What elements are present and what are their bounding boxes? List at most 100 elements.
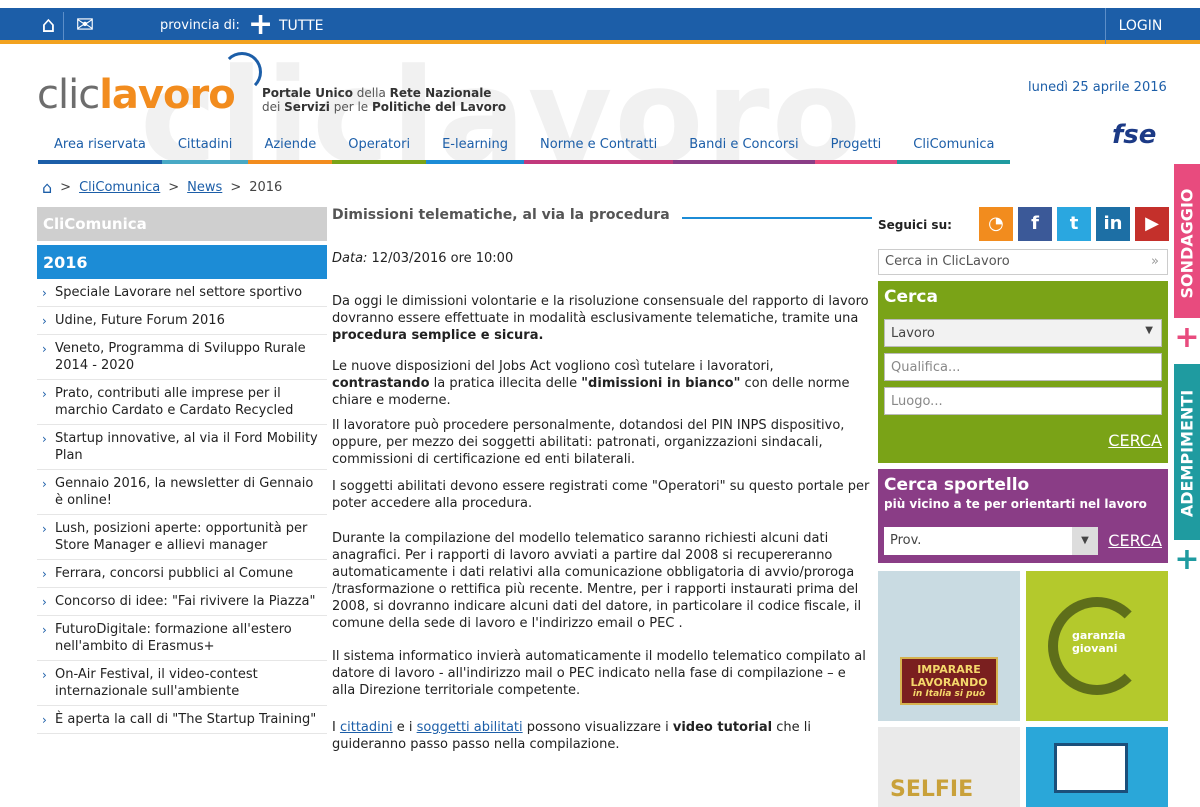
province-select[interactable]: Prov. ▼ [884, 527, 1098, 555]
article-paragraph: I soggetti abilitati devono essere regis… [332, 479, 870, 511]
nav-item-bandi-e-concorsi[interactable]: Bandi e Concorsi [673, 136, 815, 164]
article: Dimissioni telematiche, al via la proced… [332, 207, 872, 753]
screen-icon [1054, 743, 1128, 793]
sidebar-news-item[interactable]: › FuturoDigitale: formazione all'estero n… [37, 616, 327, 661]
youtube-icon[interactable]: ▶ [1135, 207, 1169, 241]
sidebar-news-label: È aperta la call di "The Startup Trainin… [55, 712, 317, 727]
facebook-icon[interactable]: f [1018, 207, 1052, 241]
article-paragraph: Durante la compilazione del modello tele… [332, 531, 862, 631]
job-search-title: Cerca [884, 287, 938, 307]
banner-selfie[interactable]: SELFIE [878, 727, 1020, 807]
nav-item-area-riservata[interactable]: Area riservata [38, 136, 162, 164]
province-label: provincia di: [160, 18, 240, 33]
plus-icon[interactable]: + [1174, 318, 1200, 358]
sidebar-news-item[interactable]: › È aperta la call di "The Startup Traini… [37, 706, 327, 734]
sidebar-news-item[interactable]: › Veneto, Programma di Sviluppo Rurale 20… [37, 335, 327, 380]
sidebar-news-item[interactable]: › Speciale Lavorare nel settore sportivo [37, 279, 327, 307]
follow-label: Seguici su: [878, 218, 952, 232]
article-title: Dimissioni telematiche, al via la proced… [332, 207, 670, 223]
article-paragraph: Le nuove disposizioni del Jobs Act vogli… [332, 359, 850, 408]
site-logo[interactable]: cliclavoro [37, 72, 236, 118]
article-date: Data: 12/03/2016 ore 10:00 [332, 251, 514, 266]
nav-item-aziende[interactable]: Aziende [248, 136, 333, 164]
search-go-icon[interactable]: » [1151, 254, 1159, 269]
sidebar-news-label: Startup innovative, al via il Ford Mobil… [55, 431, 318, 463]
nav-item-norme-e-contratti[interactable]: Norme e Contratti [524, 136, 674, 164]
luogo-input[interactable]: Luogo... [884, 387, 1162, 415]
chevron-right-icon: › [42, 623, 47, 637]
sidebar-news-item[interactable]: › Lush, posizioni aperte: opportunità per… [37, 515, 327, 560]
article-paragraph: Da oggi le dimissioni volontarie e la ri… [332, 294, 869, 343]
article-title-row: Dimissioni telematiche, al via la proced… [332, 207, 872, 224]
plus-icon[interactable]: + [1174, 540, 1200, 580]
chevron-down-icon: ▼ [1145, 325, 1153, 336]
office-search-title: Cerca sportello [884, 475, 1030, 495]
link-cittadini[interactable]: cittadini [340, 720, 393, 735]
sidebar-news-item[interactable]: › Startup innovative, al via il Ford Mobi… [37, 425, 327, 470]
office-cerca-button[interactable]: CERCA [1108, 531, 1162, 550]
sidebar-section-title[interactable]: CliComunica [37, 207, 327, 241]
tab-sondaggio[interactable]: SONDAGGIO [1174, 164, 1200, 318]
cerca-button[interactable]: CERCA [1108, 431, 1162, 450]
nav-item-cittadini[interactable]: Cittadini [161, 136, 249, 164]
chevron-right-icon: › [42, 595, 47, 609]
qualifica-input[interactable]: Qualifica... [884, 353, 1162, 381]
office-search-panel: Cerca sportello più vicino a te per orie… [878, 469, 1168, 563]
province-selector[interactable]: TUTTE [279, 18, 324, 34]
sidebar-year[interactable]: 2016 [37, 245, 327, 279]
sidebar-news-label: Lush, posizioni aperte: opportunità per … [55, 521, 308, 553]
home-icon[interactable]: ⌂ [34, 12, 64, 40]
rss-icon[interactable]: ◔ [979, 207, 1013, 241]
chevron-right-icon: › [42, 668, 47, 682]
linkedin-icon[interactable]: in [1096, 207, 1130, 241]
office-search-subtitle: più vicino a te per orientarti nel lavor… [884, 497, 1147, 511]
fse-logo[interactable]: fse [1112, 120, 1156, 150]
top-bar: ⌂ ✉ provincia di: + TUTTE LOGIN [0, 8, 1200, 44]
sidebar-news-item[interactable]: › Ferrara, concorsi pubblici al Comune [37, 560, 327, 588]
sidebar-news-item[interactable]: › On-Air Festival, il video-contest inter… [37, 661, 327, 706]
chevron-right-icon: › [42, 713, 47, 727]
breadcrumb-current: 2016 [249, 180, 283, 195]
site-tagline: Portale Unico della Rete Nazionale dei S… [262, 86, 507, 114]
sidebar-news-label: FuturoDigitale: formazione all'estero ne… [55, 622, 292, 654]
sidebar: CliComunica 2016 › Speciale Lavorare nel … [37, 207, 327, 734]
chevron-right-icon: › [42, 387, 47, 401]
banner-garanzia-giovani[interactable]: garanzia giovani [1026, 571, 1168, 721]
banner-imparare-lavorando[interactable]: IMPARARE LAVORANDO in Italia si può [878, 571, 1020, 721]
breadcrumb-news[interactable]: News [187, 180, 222, 195]
login-button[interactable]: LOGIN [1105, 8, 1175, 44]
breadcrumb: ⌂ > CliComunica > News > 2016 [42, 178, 283, 197]
breadcrumb-clicomunica[interactable]: CliComunica [79, 180, 160, 195]
chevron-down-icon: ▼ [1072, 527, 1098, 555]
sidebar-news-item[interactable]: › Prato, contributi alle imprese per il m… [37, 380, 327, 425]
home-icon[interactable]: ⌂ [42, 178, 52, 197]
chevron-right-icon: › [42, 432, 47, 446]
chevron-right-icon: › [42, 522, 47, 536]
site-search-input[interactable]: Cerca in ClicLavoro » [878, 249, 1168, 275]
twitter-icon[interactable]: t [1057, 207, 1091, 241]
sidebar-news-label: Speciale Lavorare nel settore sportivo [55, 285, 303, 300]
nav-item-progetti[interactable]: Progetti [814, 136, 898, 164]
mail-icon[interactable]: ✉ [70, 12, 100, 40]
tab-adempimenti[interactable]: ADEMPIMENTI [1174, 364, 1200, 540]
chevron-right-icon: › [42, 314, 47, 328]
article-paragraph: Il lavoratore può procedere personalment… [332, 418, 845, 467]
nav-item-e-learning[interactable]: E-learning [426, 136, 525, 164]
sidebar-news-item[interactable]: › Gennaio 2016, la newsletter di Gennaio … [37, 470, 327, 515]
chevron-right-icon: › [42, 286, 47, 300]
nav-item-clicomunica[interactable]: CliComunica [897, 136, 1011, 164]
sidebar-news-label: Prato, contributi alle imprese per il ma… [55, 386, 294, 418]
sidebar-news-label: Gennaio 2016, la newsletter di Gennaio è… [55, 476, 314, 508]
sidebar-news-item[interactable]: › Concorso di idee: "Fai rivivere la Piaz… [37, 588, 327, 616]
sidebar-news-item[interactable]: › Udine, Future Forum 2016 [37, 307, 327, 335]
nav-item-operatori[interactable]: Operatori [332, 136, 427, 164]
chevron-right-icon: › [42, 342, 47, 356]
chevron-right-icon: › [42, 567, 47, 581]
plus-icon[interactable]: + [248, 10, 273, 40]
job-search-panel: Cerca Lavoro ▼ Qualifica... Luogo... CERC… [878, 281, 1168, 463]
job-type-select[interactable]: Lavoro ▼ [884, 319, 1162, 347]
link-soggetti-abilitati[interactable]: soggetti abilitati [417, 720, 523, 735]
sidebar-news-label: Veneto, Programma di Sviluppo Rurale 201… [55, 341, 306, 373]
banner-tutorial[interactable] [1026, 727, 1168, 807]
title-divider [681, 216, 872, 219]
